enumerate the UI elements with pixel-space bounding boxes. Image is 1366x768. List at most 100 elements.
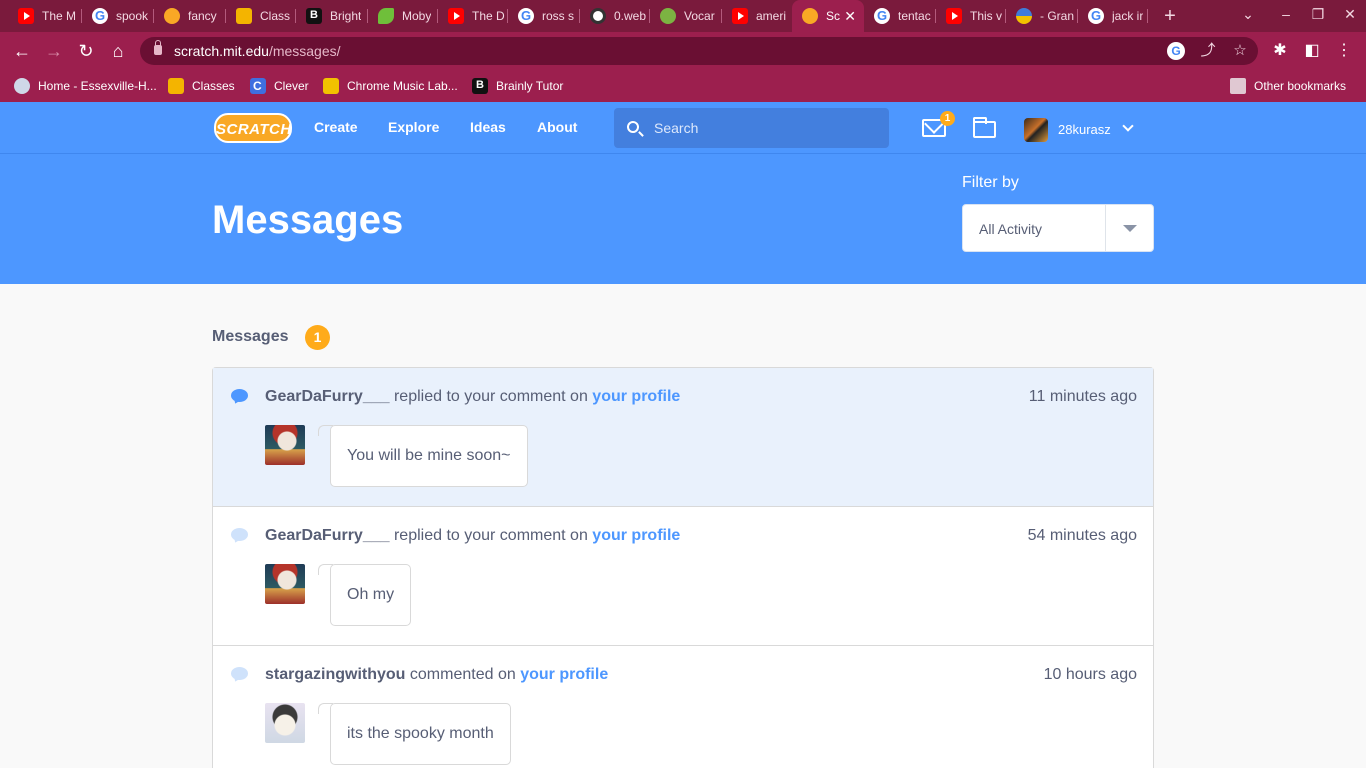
youtube-icon [946,8,962,24]
message-username[interactable]: stargazingwithyou [265,666,405,683]
scratch-icon [164,8,180,24]
message-count-badge[interactable]: 1 [940,111,955,126]
close-tab-icon[interactable]: ✕ [844,8,856,25]
minimize-icon[interactable]: – [1276,6,1296,22]
page-title: Messages [212,198,404,242]
filter-selected-value: All Activity [979,221,1043,237]
bookmarks-bar: Home - Essexville-H... Classes Clever Ch… [0,70,1366,102]
browser-tab[interactable]: - Gran [1006,4,1078,28]
browser-tab[interactable]: This v [936,4,1006,28]
bookmark-star-icon[interactable]: ☆ [1231,42,1249,60]
browser-toolbar: ← → ↻ ⌂ scratch.mit.edu/messages/ G ⤴ ☆ … [0,32,1366,70]
bookmark-home[interactable]: Home - Essexville-H... [14,77,157,95]
brainly-icon [306,8,322,24]
home-icon [14,78,30,94]
message-timestamp: 54 minutes ago [1027,527,1137,544]
browser-tab[interactable]: jack ir [1078,4,1148,28]
vocaroo-icon [660,8,676,24]
new-tab-plus-icon[interactable]: + [1160,6,1180,26]
browser-tab[interactable]: Moby [368,4,438,28]
my-stuff-folder-icon[interactable] [973,117,996,138]
commenter-avatar[interactable] [265,703,305,743]
forward-arrow-icon[interactable]: → [43,40,65,62]
nav-create[interactable]: Create [314,119,358,135]
browser-tab[interactable]: ross s [508,4,580,28]
google-icon [1088,8,1104,24]
browser-tab[interactable]: spook [82,4,154,28]
nav-about[interactable]: About [537,119,577,135]
tab-search-chevron-icon[interactable]: ⌄ [1238,6,1258,23]
browser-tab[interactable]: Class [226,4,296,28]
search-box[interactable] [614,108,889,148]
browser-tab-strip: The M spook fancy Class Bright Moby The … [0,0,1366,32]
scratch-logo[interactable]: SCRATCH [214,113,292,143]
google-icon [874,8,890,24]
brainly-icon [472,78,488,94]
url-text[interactable]: scratch.mit.edu/messages/ [174,43,341,59]
browser-tab[interactable]: 0.web [580,4,650,28]
comment-bubble-icon [231,667,248,680]
home-icon[interactable]: ⌂ [107,40,129,62]
browser-tab[interactable]: tentac [864,4,936,28]
youtube-icon [732,8,748,24]
browser-tab[interactable]: fancy [154,4,226,28]
message-timestamp: 10 hours ago [1043,666,1137,683]
close-window-icon[interactable]: ✕ [1340,6,1360,23]
classroom-icon [236,8,252,24]
youtube-icon [18,8,34,24]
browser-tab[interactable]: Bright [296,4,368,28]
clever-icon [250,78,266,94]
classroom-icon [168,78,184,94]
scratch-icon [802,8,818,24]
back-arrow-icon[interactable]: ← [11,40,33,62]
message-username[interactable]: GearDaFurry___ [265,388,390,405]
bookmark-brainly-tutor[interactable]: Brainly Tutor [472,77,563,95]
share-icon[interactable]: ⤴ [1199,42,1217,60]
filter-label: Filter by [962,174,1019,191]
bookmark-chrome-music-lab[interactable]: Chrome Music Lab... [323,77,458,95]
message-target-link[interactable]: your profile [592,388,680,405]
bookmark-classes[interactable]: Classes [168,77,235,95]
messages-banner: Messages Filter by All Activity [0,154,1366,284]
grammarly-icon [1016,8,1032,24]
scratch-navbar: SCRATCH Create Explore Ideas About 28kur… [0,102,1366,154]
message-item: stargazingwithyou commented on your prof… [213,646,1153,768]
bookmark-clever[interactable]: Clever [250,77,309,95]
browser-tab[interactable]: Vocar [650,4,722,28]
comment-bubble-icon [231,528,248,541]
menu-kebab-icon[interactable]: ⋮ [1334,41,1354,61]
messages-count-badge: 1 [305,325,330,350]
username[interactable]: 28kurasz [1058,122,1111,137]
filter-select[interactable]: All Activity [962,204,1154,252]
comment-bubble: its the spooky month [318,703,511,765]
address-bar[interactable]: scratch.mit.edu/messages/ G ⤴ ☆ [140,37,1258,65]
folder-icon [1230,78,1246,94]
message-target-link[interactable]: your profile [592,527,680,544]
other-bookmarks[interactable]: Other bookmarks [1230,77,1346,95]
commenter-avatar[interactable] [265,564,305,604]
lock-icon[interactable] [154,40,162,55]
message-item: GearDaFurry___ replied to your comment o… [213,368,1153,507]
browser-tab[interactable]: The M [8,4,82,28]
browser-tab-active[interactable]: Sc ✕ [792,0,864,32]
user-avatar[interactable] [1024,118,1048,142]
search-input[interactable] [654,118,874,138]
message-target-link[interactable]: your profile [520,666,608,683]
message-item: GearDaFurry___ replied to your comment o… [213,507,1153,646]
chevron-down-icon[interactable] [1122,120,1134,132]
google-icon [518,8,534,24]
nav-ideas[interactable]: Ideas [470,119,506,135]
restore-icon[interactable]: ❐ [1308,6,1328,23]
message-username[interactable]: GearDaFurry___ [265,527,390,544]
chevron-down-icon[interactable] [1123,225,1137,232]
browser-tab[interactable]: ameri [722,4,792,28]
commenter-avatar[interactable] [265,425,305,465]
browser-tab[interactable]: The D [438,4,508,28]
reload-icon[interactable]: ↻ [75,40,97,62]
youtube-icon [448,8,464,24]
extensions-puzzle-icon[interactable]: ✱ [1270,41,1290,61]
nav-explore[interactable]: Explore [388,119,439,135]
google-icon [92,8,108,24]
side-panel-icon[interactable]: ◧ [1302,41,1322,61]
google-lens-icon[interactable]: G [1167,42,1185,60]
